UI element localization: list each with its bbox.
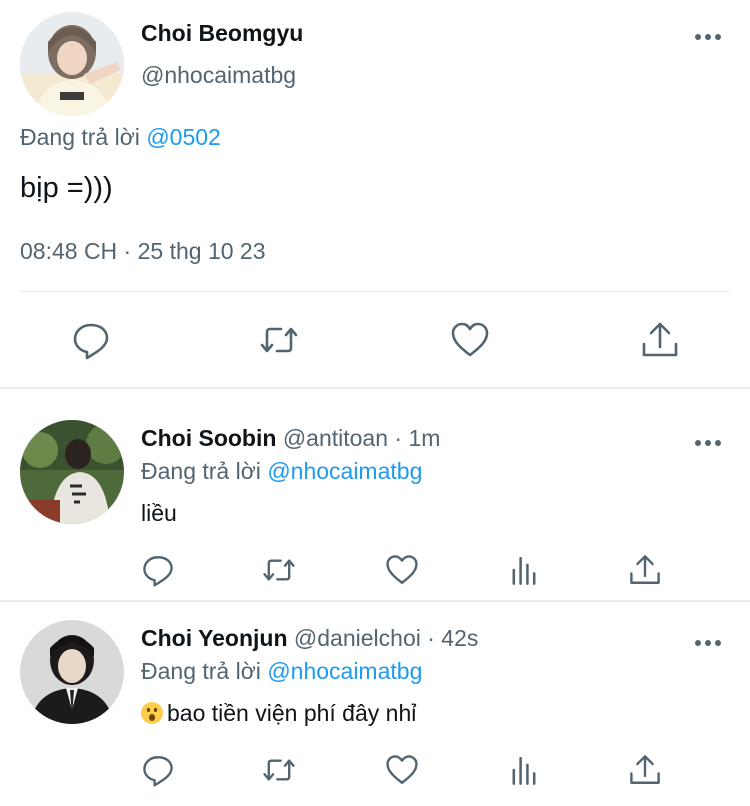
reply-text: bao tiền viện phí đây nhỉ	[141, 700, 416, 727]
separator	[0, 387, 750, 389]
views-icon[interactable]	[507, 753, 541, 787]
more-options-icon[interactable]	[694, 638, 722, 648]
reply-text: liều	[141, 500, 177, 526]
reply-tweet: Choi Soobin @antitoan · 1m Đang trả lời …	[0, 405, 750, 605]
like-icon[interactable]	[450, 320, 490, 360]
share-icon[interactable]	[640, 320, 680, 360]
reply-icon[interactable]	[141, 553, 175, 587]
replying-to: Đang trả lời @nhocaimatbg	[141, 658, 422, 685]
author-handle[interactable]: @danielchoi	[294, 625, 421, 651]
replying-to-label: Đang trả lời	[20, 124, 140, 150]
reply-time[interactable]: · 1m	[388, 425, 440, 451]
avatar[interactable]	[20, 12, 124, 116]
retweet-icon[interactable]	[259, 320, 299, 360]
replying-to: Đang trả lời @nhocaimatbg	[141, 458, 422, 485]
share-icon[interactable]	[628, 753, 662, 787]
author-handle[interactable]: @nhocaimatbg	[141, 62, 296, 89]
replying-to: Đang trả lời @0502	[20, 124, 221, 151]
reply-header: Choi Soobin @antitoan · 1m	[141, 425, 440, 452]
retweet-icon[interactable]	[262, 753, 296, 787]
views-icon[interactable]	[507, 553, 541, 587]
reply-icon[interactable]	[141, 753, 175, 787]
main-tweet: Choi Beomgyu @nhocaimatbg Đang trả lời @…	[0, 0, 750, 388]
author-name[interactable]: Choi Soobin	[141, 425, 276, 451]
avatar[interactable]	[20, 420, 124, 524]
author-name[interactable]: Choi Yeonjun	[141, 625, 288, 651]
like-icon[interactable]	[385, 553, 419, 587]
replying-to-label: Đang trả lời	[141, 658, 261, 684]
reply-tweet: Choi Yeonjun @danielchoi · 42s Đang trả …	[0, 605, 750, 805]
replying-to-link[interactable]: @0502	[146, 124, 221, 150]
reply-header: Choi Yeonjun @danielchoi · 42s	[141, 625, 478, 652]
avatar[interactable]	[20, 620, 124, 724]
replying-to-link[interactable]: @nhocaimatbg	[267, 658, 422, 684]
replying-to-label: Đang trả lời	[141, 458, 261, 484]
hushed-face-emoji-icon	[141, 702, 163, 724]
more-options-icon[interactable]	[694, 438, 722, 448]
like-icon[interactable]	[385, 753, 419, 787]
share-icon[interactable]	[628, 553, 662, 587]
divider	[20, 291, 730, 292]
reply-text-content: bao tiền viện phí đây nhỉ	[167, 700, 417, 726]
author-name[interactable]: Choi Beomgyu	[141, 20, 303, 47]
replying-to-link[interactable]: @nhocaimatbg	[267, 458, 422, 484]
tweet-timestamp[interactable]: 08:48 CH · 25 thg 10 23	[20, 238, 266, 265]
more-options-icon[interactable]	[694, 32, 722, 42]
tweet-text: bịp =)))	[20, 172, 113, 204]
reply-time[interactable]: · 42s	[421, 625, 478, 651]
separator	[0, 600, 750, 602]
reply-icon[interactable]	[71, 320, 111, 360]
retweet-icon[interactable]	[262, 553, 296, 587]
author-handle[interactable]: @antitoan	[283, 425, 388, 451]
